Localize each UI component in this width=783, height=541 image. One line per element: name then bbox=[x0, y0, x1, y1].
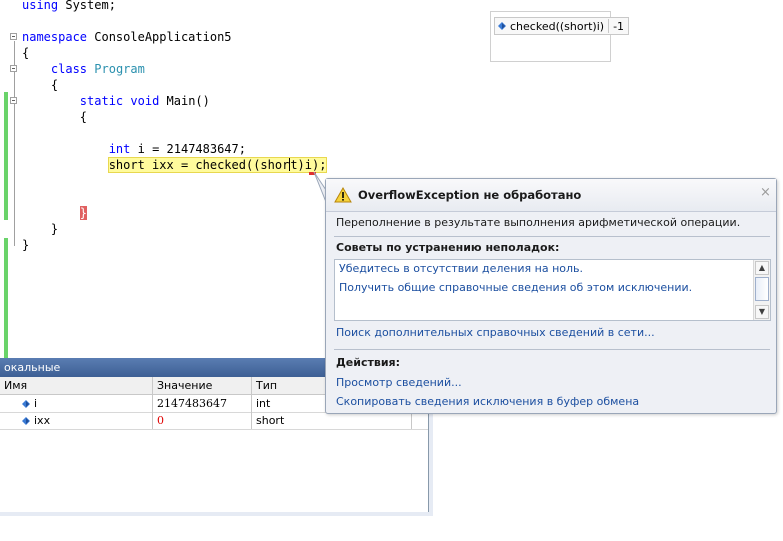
tip-link[interactable]: Получить общие справочные сведения об эт… bbox=[339, 281, 692, 294]
code-line-brace: } bbox=[50, 222, 59, 236]
local-name-cell: i bbox=[0, 395, 153, 412]
troubleshooting-tips-list[interactable]: Убедитесь в отсутствии деления на ноль. … bbox=[334, 259, 771, 321]
data-tip-value[interactable]: -1 bbox=[613, 20, 624, 33]
divider bbox=[334, 236, 770, 237]
collapse-class-toggle[interactable] bbox=[10, 65, 17, 72]
exception-title: OverflowException не обработано bbox=[358, 188, 582, 202]
collapse-method-toggle[interactable] bbox=[10, 97, 17, 104]
divider bbox=[334, 349, 770, 350]
exception-message: Переполнение в результате выполнения ари… bbox=[336, 216, 741, 229]
field-icon bbox=[22, 416, 30, 425]
code-line-brace: } bbox=[22, 238, 30, 252]
change-indicator bbox=[4, 92, 8, 220]
view-details-link[interactable]: Просмотр сведений... bbox=[336, 376, 462, 389]
code-line-using: using System; bbox=[22, 0, 116, 12]
locals-row[interactable]: ixx 0 short bbox=[0, 412, 428, 430]
code-line-class: class Program bbox=[50, 62, 145, 76]
local-value[interactable]: 2147483647 bbox=[153, 395, 252, 412]
local-name-cell: ixx bbox=[0, 412, 153, 429]
code-line-main: static void Main() bbox=[79, 94, 210, 108]
tip-link[interactable]: Убедитесь в отсутствии деления на ноль. bbox=[339, 262, 583, 275]
warning-icon bbox=[334, 187, 352, 203]
column-header-name[interactable]: Имя bbox=[0, 377, 153, 394]
data-tip-row[interactable]: checked((short)i) -1 bbox=[494, 17, 630, 35]
local-name: i bbox=[34, 397, 38, 410]
code-line-brace: } bbox=[79, 206, 88, 220]
exception-header: OverflowException не обработано × bbox=[326, 179, 776, 212]
scroll-thumb[interactable] bbox=[755, 277, 769, 301]
code-line-brace: { bbox=[22, 46, 30, 60]
local-value[interactable]: 0 bbox=[153, 412, 252, 429]
copy-exception-link[interactable]: Скопировать сведения исключения в буфер … bbox=[336, 395, 639, 408]
current-statement-highlight: short ixx = checked((short)i); bbox=[107, 157, 328, 173]
field-icon bbox=[498, 22, 506, 30]
code-line-brace: { bbox=[50, 78, 59, 92]
error-marker bbox=[309, 172, 316, 175]
column-header-value[interactable]: Значение bbox=[153, 377, 252, 394]
collapse-namespace-toggle[interactable] bbox=[10, 33, 17, 40]
local-type: short bbox=[252, 412, 412, 429]
troubleshooting-heading: Советы по устранению неполадок: bbox=[336, 241, 560, 254]
close-icon[interactable]: × bbox=[760, 186, 771, 200]
code-line-namespace: namespace ConsoleApplication5 bbox=[22, 30, 232, 44]
field-icon bbox=[22, 399, 30, 408]
code-line-brace: { bbox=[79, 110, 88, 124]
actions-heading: Действия: bbox=[336, 356, 400, 369]
code-line-int: int i = 2147483647; bbox=[108, 142, 246, 156]
data-tip[interactable]: checked((short)i) -1 bbox=[490, 11, 630, 62]
code-line-current-statement: short ixx = checked((short)i); bbox=[22, 157, 328, 173]
search-online-link[interactable]: Поиск дополнительных справочных сведений… bbox=[336, 326, 655, 339]
local-name: ixx bbox=[34, 414, 51, 427]
tips-scrollbar[interactable]: ▲ ▼ bbox=[753, 260, 770, 320]
scroll-up-button[interactable]: ▲ bbox=[755, 261, 769, 275]
data-tip-expression: checked((short)i) bbox=[510, 19, 605, 33]
divider bbox=[608, 19, 610, 33]
change-indicator bbox=[4, 238, 8, 358]
exception-assistant[interactable]: OverflowException не обработано × Перепо… bbox=[325, 178, 777, 414]
scroll-down-button[interactable]: ▼ bbox=[755, 305, 769, 319]
